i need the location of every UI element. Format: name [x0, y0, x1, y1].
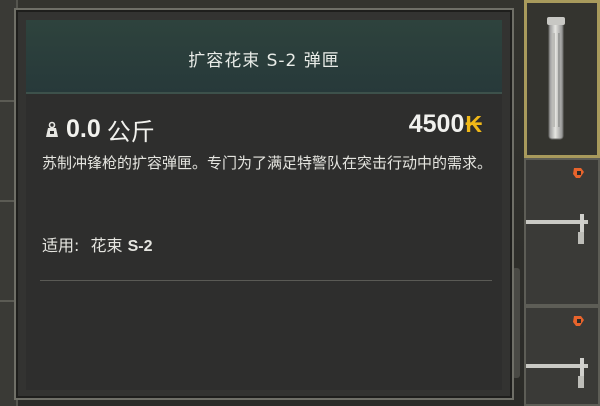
item-tooltip: 扩容花束 S-2 弹匣 0.0 公斤 4500 ₭ 苏制冲锋枪的扩容弹匣。专门为…: [14, 8, 514, 400]
weight-value: 0.0: [66, 115, 101, 143]
inventory-slot-weapon-2[interactable]: [524, 306, 600, 406]
weapon-item-icon: [526, 214, 588, 244]
compat-model: S-2: [127, 238, 153, 255]
price: 4500 ₭: [409, 110, 482, 139]
game-inventory-screen: 扩容花束 S-2 弹匣 0.0 公斤 4500 ₭ 苏制冲锋枪的扩容弹匣。专门为…: [0, 0, 600, 406]
inventory-slot-weapon-1[interactable]: [524, 158, 600, 306]
weight-unit: 公斤: [106, 118, 155, 146]
compat-name: 花束: [90, 236, 123, 255]
tooltip-body: 0.0 公斤 4500 ₭ 苏制冲锋枪的扩容弹匣。专门为了满足特警队在突击行动中…: [26, 94, 502, 390]
item-description: 苏制冲锋枪的扩容弹匣。专门为了满足特警队在突击行动中的需求。: [42, 154, 493, 172]
weight-row: 0.0 公斤: [42, 112, 155, 147]
divider: [40, 280, 492, 281]
orange-tag-icon: [573, 316, 584, 326]
compatibility: 适用: 花束 S-2: [42, 232, 153, 256]
inventory-slot-selected[interactable]: [524, 0, 600, 158]
price-value: 4500: [408, 110, 465, 138]
orange-tag-icon: [573, 168, 584, 178]
item-title: 扩容花束 S-2 弹匣: [188, 51, 340, 71]
weight-icon: [46, 121, 58, 137]
weapon-item-icon: [526, 358, 588, 388]
compat-label: 适用:: [42, 236, 80, 255]
magazine-item-icon: [547, 17, 565, 140]
tooltip-header: 扩容花束 S-2 弹匣: [26, 20, 502, 94]
currency-icon: ₭: [465, 111, 482, 137]
